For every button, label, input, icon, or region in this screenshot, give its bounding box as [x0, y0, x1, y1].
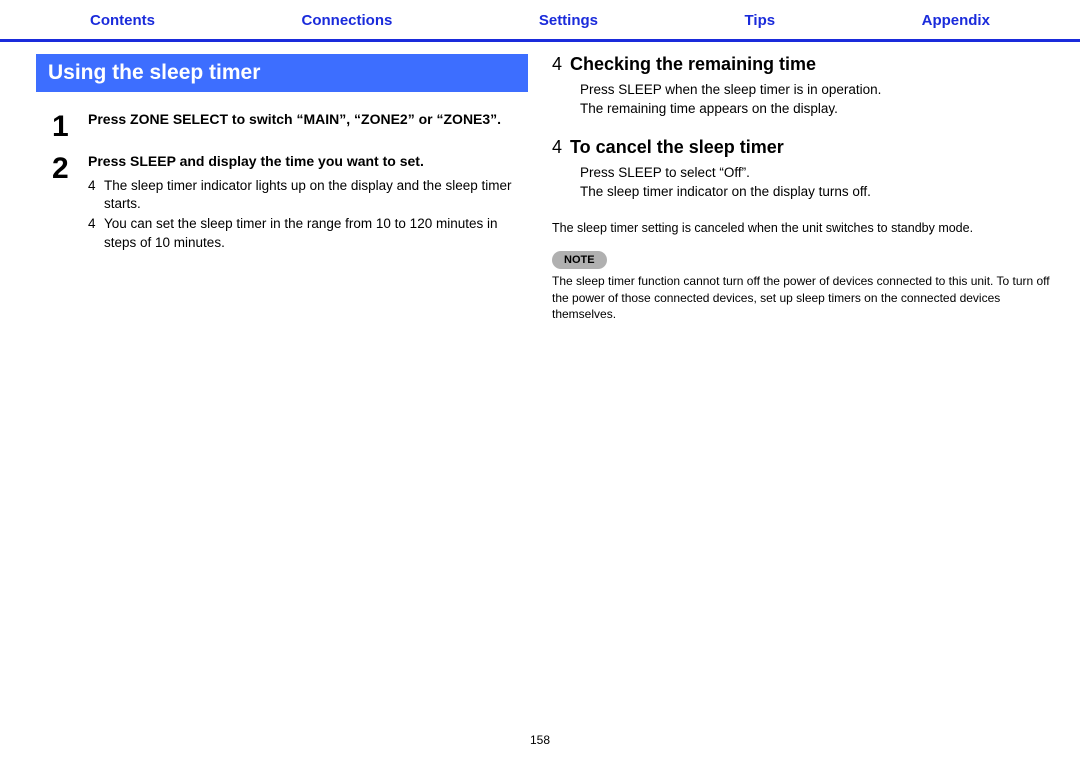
right-column: 4 Checking the remaining time Press SLEE…: [552, 54, 1060, 322]
step-2-bullets: 4 The sleep timer indicator lights up on…: [88, 177, 528, 252]
subheading-cancel-row: 4 To cancel the sleep timer: [552, 137, 1060, 158]
subheading-cancel-body: Press SLEEP to select “Off”. The sleep t…: [580, 164, 1060, 202]
left-column: Using the sleep timer 1 Press ZONE SELEC…: [20, 54, 528, 322]
content-columns: Using the sleep timer 1 Press ZONE SELEC…: [0, 42, 1080, 322]
step-2-bullet-2: 4 You can set the sleep timer in the ran…: [88, 215, 528, 251]
cancel-body-line-1: Press SLEEP to select “Off”.: [580, 164, 1060, 183]
step-1-number: 1: [52, 110, 88, 142]
nav-connections[interactable]: Connections: [302, 12, 393, 29]
step-1: 1 Press ZONE SELECT to switch “MAIN”, “Z…: [52, 110, 528, 142]
subheading-check: Checking the remaining time: [570, 54, 816, 75]
subheading-check-row: 4 Checking the remaining time: [552, 54, 1060, 75]
section-title: Using the sleep timer: [36, 54, 528, 92]
nav-tips[interactable]: Tips: [745, 12, 776, 29]
nav-settings[interactable]: Settings: [539, 12, 598, 29]
step-2-bullet-1-text: The sleep timer indicator lights up on t…: [104, 177, 528, 213]
page-number: 158: [0, 733, 1080, 747]
subheading-check-body: Press SLEEP when the sleep timer is in o…: [580, 81, 1060, 119]
nav-contents[interactable]: Contents: [90, 12, 155, 29]
step-1-text: Press ZONE SELECT to switch “MAIN”, “ZON…: [88, 111, 501, 127]
bullet-marker-icon: 4: [88, 177, 98, 213]
note-badge: NOTE: [552, 251, 607, 269]
step-2: 2 Press SLEEP and display the time you w…: [52, 152, 528, 252]
standby-note: The sleep timer setting is canceled when…: [552, 220, 1060, 237]
step-2-text: Press SLEEP and display the time you wan…: [88, 153, 424, 169]
check-body-line-2: The remaining time appears on the displa…: [580, 100, 1060, 119]
check-body-line-1: Press SLEEP when the sleep timer is in o…: [580, 81, 1060, 100]
step-2-bullet-2-text: You can set the sleep timer in the range…: [104, 215, 528, 251]
note-text: The sleep timer function cannot turn off…: [552, 273, 1060, 322]
diamond-icon: 4: [552, 137, 562, 158]
bullet-marker-icon: 4: [88, 215, 98, 251]
step-2-number: 2: [52, 152, 88, 252]
step-2-bullet-1: 4 The sleep timer indicator lights up on…: [88, 177, 528, 213]
cancel-body-line-2: The sleep timer indicator on the display…: [580, 183, 1060, 202]
nav-appendix[interactable]: Appendix: [922, 12, 990, 29]
subheading-cancel: To cancel the sleep timer: [570, 137, 784, 158]
diamond-icon: 4: [552, 54, 562, 75]
top-nav: Contents Connections Settings Tips Appen…: [0, 0, 1080, 42]
